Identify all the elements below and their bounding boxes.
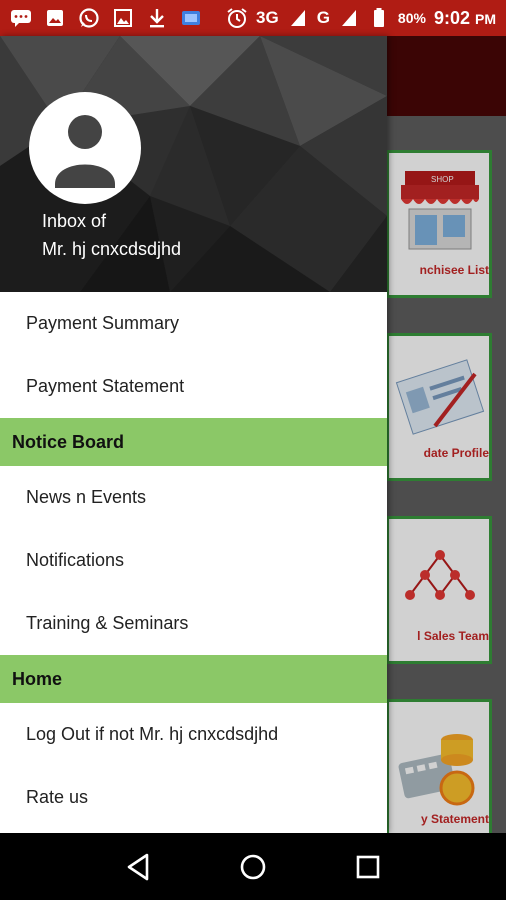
network-type: 3G: [256, 8, 279, 27]
home-icon[interactable]: [233, 847, 273, 887]
download-icon: [146, 8, 168, 28]
avatar[interactable]: [29, 92, 141, 204]
cast-icon: [180, 8, 202, 28]
scrim: [389, 336, 489, 478]
menu-item-news-events[interactable]: News n Events: [0, 466, 387, 529]
status-right: 3G G 80% 9:02 PM: [226, 8, 496, 29]
back-icon[interactable]: [118, 847, 158, 887]
status-bar: 3G G 80% 9:02 PM: [0, 0, 506, 36]
network-type-2: G: [316, 8, 330, 27]
menu-item-payment-summary[interactable]: Payment Summary: [0, 292, 387, 355]
tile-franchisee-list[interactable]: SHOP nchisee List: [386, 150, 492, 298]
signal-icon: [287, 8, 309, 28]
clock-time: 9:02: [433, 7, 470, 28]
battery-level: 80%: [397, 10, 426, 26]
navigation-drawer: Inbox of Mr. hj cnxcdsdjhd Payment Summa…: [0, 36, 387, 833]
tile-update-profile[interactable]: date Profile: [386, 333, 492, 481]
message-icon: [10, 8, 32, 28]
menu-item-training-seminars[interactable]: Training & Seminars: [0, 592, 387, 655]
gallery-icon: [112, 8, 134, 28]
scrim: [389, 519, 489, 661]
person-icon: [55, 115, 115, 188]
clock: 9:02 PM: [434, 8, 496, 29]
menu-item-notifications[interactable]: Notifications: [0, 529, 387, 592]
tile-sales-team[interactable]: l Sales Team: [386, 516, 492, 664]
drawer-menu: Payment Summary Payment Statement Notice…: [0, 292, 387, 829]
inbox-label: Inbox of: [42, 211, 107, 231]
menu-item-log-out[interactable]: Log Out if not Mr. hj cnxcdsdjhd: [0, 703, 387, 766]
system-nav-bar: [0, 833, 506, 900]
user-name: Mr. hj cnxcdsdjhd: [42, 239, 182, 259]
recents-icon[interactable]: [348, 847, 388, 887]
drawer-header: Inbox of Mr. hj cnxcdsdjhd: [0, 36, 387, 292]
section-home: Home: [0, 655, 387, 703]
inbox-title: Inbox of Mr. hj cnxcdsdjhd: [42, 207, 181, 263]
menu-item-rate-us[interactable]: Rate us: [0, 766, 387, 829]
status-left-icons: [10, 8, 202, 28]
image-icon: [44, 8, 66, 28]
menu-item-payment-statement[interactable]: Payment Statement: [0, 355, 387, 418]
battery-icon: [368, 8, 390, 28]
scrim: [389, 702, 489, 844]
section-notice-board: Notice Board: [0, 418, 387, 466]
whatsapp-icon: [78, 8, 100, 28]
clock-ampm: PM: [475, 10, 496, 27]
signal-2-icon: [338, 8, 360, 28]
tile-payment-statement[interactable]: y Statement: [386, 699, 492, 847]
alarm-icon: [226, 8, 248, 28]
scrim: [389, 153, 489, 295]
